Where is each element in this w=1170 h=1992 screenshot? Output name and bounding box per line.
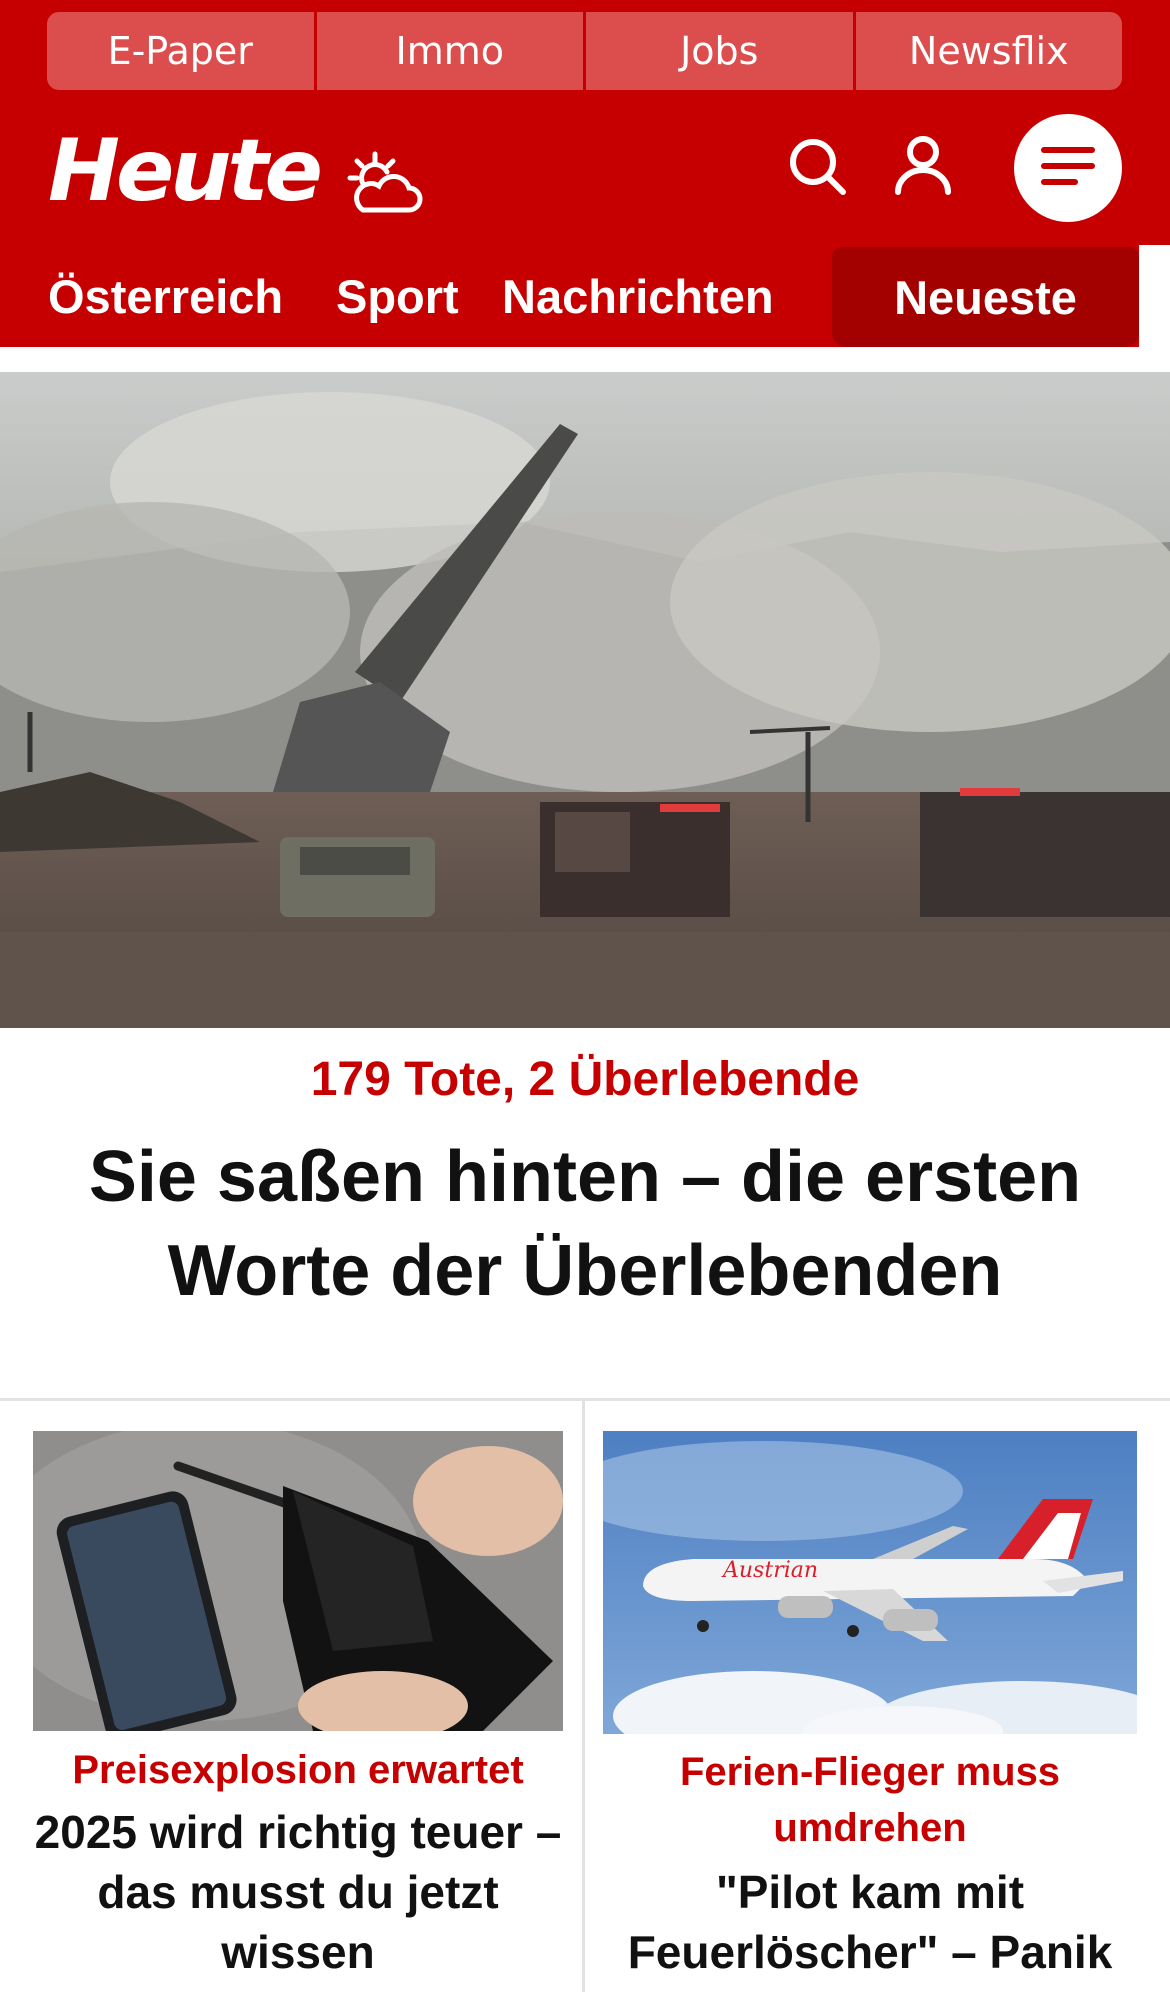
section-divider <box>0 1398 1170 1401</box>
nav-item-oesterreich[interactable]: Österreich <box>48 269 283 324</box>
top-link-jobs[interactable]: Jobs <box>586 12 853 90</box>
card-image-wallet[interactable] <box>33 1431 563 1731</box>
top-link-newsflix[interactable]: Newsflix <box>855 12 1122 90</box>
card-image-airplane[interactable]: Austrian <box>603 1431 1137 1734</box>
card-title[interactable]: "Pilot kam mit Feuerlöscher" – Panik <box>603 1862 1137 1982</box>
svg-text:Austrian: Austrian <box>721 1558 818 1583</box>
user-icon[interactable] <box>893 135 953 195</box>
menu-button[interactable] <box>1014 114 1122 222</box>
brand-row: Heute <box>0 90 1170 240</box>
top-link-immo[interactable]: Immo <box>316 12 583 90</box>
card-kicker: Ferien-Flieger muss umdrehen <box>679 1750 1061 1850</box>
top-link-epaper[interactable]: E-Paper <box>47 12 314 90</box>
hero-title[interactable]: Sie saßen hinten – die ersten Worte der … <box>60 1130 1110 1318</box>
hero-kicker: 179 Tote, 2 Überlebende <box>310 1053 860 1106</box>
column-divider <box>582 1401 585 1992</box>
weather-sun-cloud-icon[interactable] <box>345 148 425 218</box>
nav-item-nachrichten[interactable]: Nachrichten <box>502 269 774 324</box>
site-header: E-Paper Immo Jobs Newsflix Heute Österre… <box>0 0 1170 347</box>
nav-item-sport[interactable]: Sport <box>336 269 459 324</box>
hero-image[interactable] <box>0 372 1170 1028</box>
nav-item-neueste[interactable]: Neueste <box>832 247 1139 347</box>
top-links-bar: E-Paper Immo Jobs Newsflix <box>47 12 1122 90</box>
card-title[interactable]: 2025 wird richtig teuer – das musst du j… <box>33 1802 563 1982</box>
menu-icon <box>1041 147 1095 185</box>
main-nav: Österreich Sport Nachrichten Neueste <box>0 245 1170 347</box>
search-icon[interactable] <box>788 137 848 197</box>
site-logo[interactable]: Heute <box>48 128 323 214</box>
header-corner <box>1139 245 1170 347</box>
card-kicker: Preisexplosion erwartet <box>72 1748 524 1792</box>
